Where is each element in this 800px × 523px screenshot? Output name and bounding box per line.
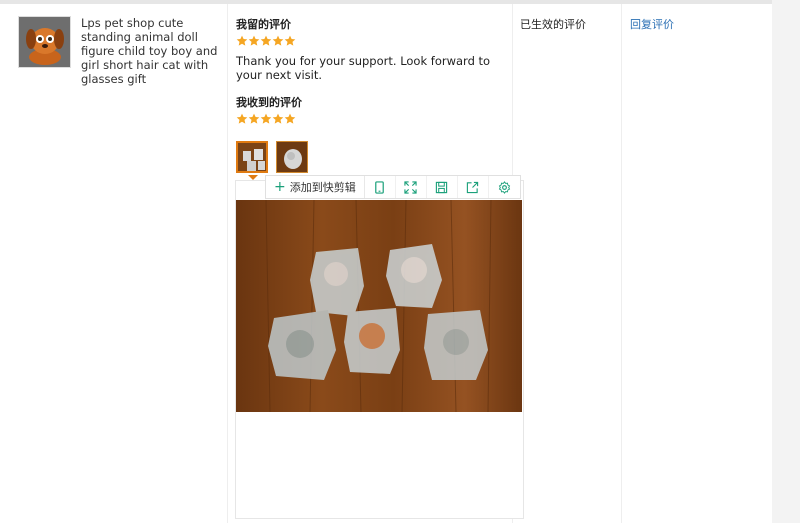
review-photo-large[interactable] [236,200,522,412]
review-photo-thumbnail[interactable] [276,141,308,173]
review-photo-thumbnail[interactable] [236,141,268,173]
star-icon [260,113,272,124]
phone-icon[interactable] [365,176,396,198]
add-to-clip-label: 添加到快剪辑 [289,181,356,194]
star-icon [260,35,272,46]
star-icon [236,35,248,46]
star-icon [272,35,284,46]
settings-icon[interactable] [489,176,520,198]
page-margin [772,0,800,523]
column-divider [227,4,228,523]
column-divider [621,4,622,523]
product-thumbnail[interactable] [18,16,71,68]
my-review-label: 我留的评价 [236,18,291,31]
save-icon[interactable] [427,176,458,198]
star-icon [284,35,296,46]
product-title[interactable]: Lps pet shop cute standing animal doll f… [81,16,221,86]
share-icon[interactable] [458,176,489,198]
my-review-text: Thank you for your support. Look forward… [236,54,491,82]
star-icon [272,113,284,124]
expand-icon[interactable] [396,176,427,198]
received-review-label: 我收到的评价 [236,96,302,109]
star-icon [236,113,248,124]
my-rating-stars [236,35,296,47]
received-rating-stars [236,113,296,125]
star-icon [248,35,260,46]
add-to-clip-button[interactable]: + 添加到快剪辑 [266,176,365,198]
reply-review-link[interactable]: 回复评价 [630,16,674,32]
plus-icon: + [274,179,286,195]
star-icon [248,113,260,124]
review-status: 已生效的评价 [520,18,586,31]
star-icon [284,113,296,124]
image-toolbar: + 添加到快剪辑 [265,175,521,199]
